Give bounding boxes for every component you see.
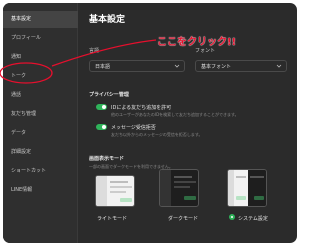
- click-here-annotation: ここをクリック!!: [157, 37, 237, 48]
- privacy-section-title: プライバシー管理: [89, 92, 129, 98]
- language-value: 日本語: [95, 64, 111, 70]
- id-search-label: IDによる友だち追加を許可: [111, 105, 172, 111]
- settings-frame: 基本設定 プロフィール 通知 トーク 通話 友だち管理 データ 詳細設定 ショー…: [3, 3, 297, 243]
- sidebar-item-notifications[interactable]: 通知: [3, 49, 78, 66]
- display-mode-title: 画面表示モード: [89, 156, 125, 162]
- sidebar-item-profile[interactable]: プロフィール: [3, 30, 78, 47]
- light-mode-preview: [96, 176, 132, 206]
- chevron-down-icon: [174, 64, 180, 68]
- toggle-knob: [102, 105, 106, 109]
- toggle-knob: [102, 125, 106, 129]
- sidebar-item-talk[interactable]: トーク: [3, 68, 78, 85]
- sidebar-item-line-info[interactable]: LINE情報: [3, 182, 78, 199]
- sidebar-item-data[interactable]: データ: [3, 125, 78, 142]
- sidebar-item-basic-settings[interactable]: 基本設定: [3, 11, 78, 28]
- sidebar: 基本設定 プロフィール 通知 トーク 通話 友だち管理 データ 詳細設定 ショー…: [3, 3, 78, 243]
- dark-mode-card[interactable]: [159, 169, 199, 207]
- system-mode-card[interactable]: [227, 169, 267, 207]
- block-messages-label: メッセージ受信拒否: [111, 125, 156, 131]
- language-label: 言語: [89, 48, 100, 54]
- page-title: 基本設定: [89, 15, 126, 25]
- font-value: 基本フォント: [201, 64, 232, 70]
- light-mode-label: ライトモード: [97, 216, 128, 222]
- id-search-desc: 他のユーザーがあなたのIDを検索して友だち追加することができます。: [111, 112, 239, 117]
- language-select[interactable]: 日本語: [89, 60, 185, 72]
- sidebar-item-advanced[interactable]: 詳細設定: [3, 144, 78, 161]
- dark-mode-label: ダークモード: [168, 216, 199, 222]
- block-messages-desc: 友だち以外からのメッセージの受信を拒否します。: [111, 132, 203, 137]
- system-mode-label: システム設定: [238, 216, 268, 222]
- block-messages-toggle[interactable]: [96, 124, 107, 130]
- dark-mode-preview: [160, 170, 196, 206]
- sidebar-item-calls[interactable]: 通話: [3, 87, 78, 104]
- system-mode-radio[interactable]: [229, 214, 235, 220]
- app-window: 基本設定 プロフィール 通知 トーク 通話 友だち管理 データ 詳細設定 ショー…: [0, 0, 300, 247]
- chevron-down-icon: [276, 64, 282, 68]
- sidebar-item-shortcuts[interactable]: ショートカット: [3, 163, 78, 180]
- font-select[interactable]: 基本フォント: [195, 60, 287, 72]
- light-mode-card[interactable]: [95, 175, 135, 207]
- system-mode-preview: [228, 170, 266, 206]
- id-search-toggle[interactable]: [96, 104, 107, 110]
- font-label: フォント: [195, 48, 216, 54]
- sidebar-item-friends[interactable]: 友だち管理: [3, 106, 78, 123]
